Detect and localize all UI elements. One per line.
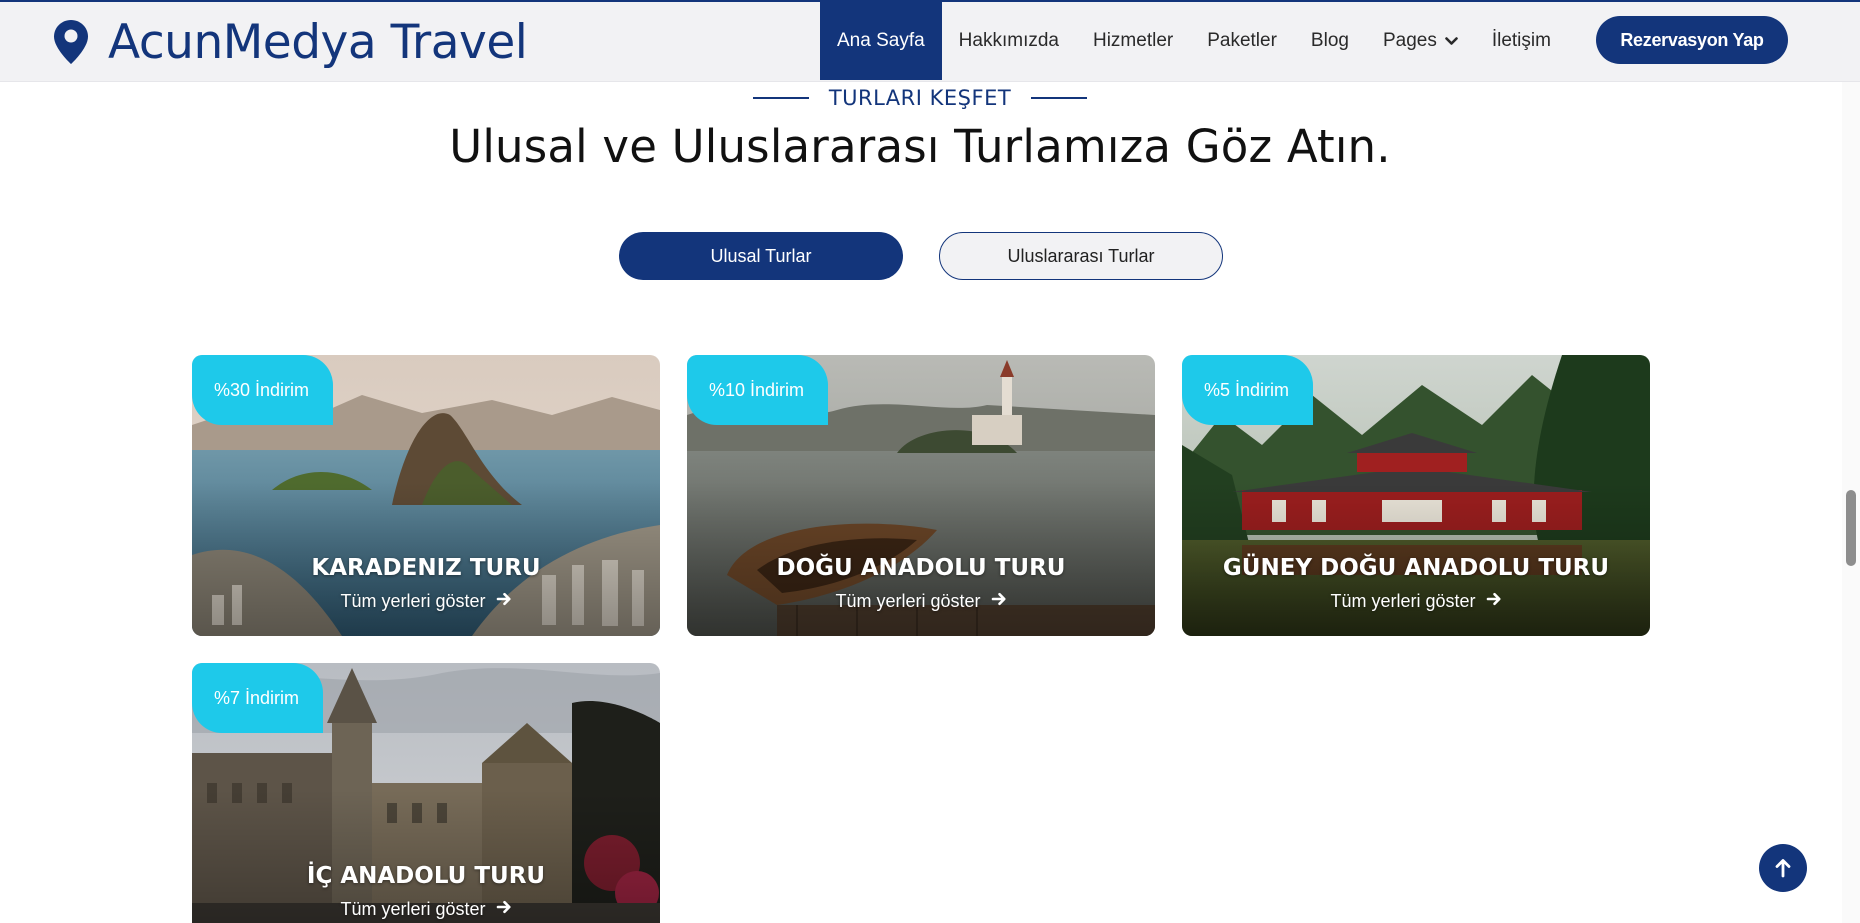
discount-badge: %7 İndirim [192, 663, 324, 733]
nav-item-services[interactable]: Hizmetler [1076, 2, 1190, 80]
section-eyebrow-text: TURLARI KEŞFET [828, 86, 1012, 110]
nav-item-home[interactable]: Ana Sayfa [820, 2, 942, 80]
main-nav: Ana Sayfa Hakkımızda Hizmetler Paketler … [820, 2, 1568, 80]
map-pin-icon [54, 20, 88, 64]
eyebrow-line-right [1031, 97, 1088, 99]
tour-card-title: İÇ ANADOLU TURU [306, 863, 546, 889]
tour-card-title: DOĞU ANADOLU TURU [776, 555, 1066, 581]
discount-badge: %10 İndirim [687, 355, 829, 425]
arrow-right-icon [991, 591, 1007, 612]
brand-name: AcunMedya Travel [108, 14, 528, 70]
arrow-right-icon [1486, 591, 1502, 612]
show-all-places-label: Tüm yerleri göster [340, 591, 486, 611]
section-title: Ulusal ve Uluslararası Turlamıza Göz Atı… [449, 120, 1391, 173]
show-all-places-link[interactable]: Tüm yerleri göster [192, 591, 660, 612]
nav-item-contact[interactable]: İletişim [1475, 2, 1568, 80]
page-scrollbar-thumb[interactable] [1846, 490, 1856, 566]
discount-badge: %5 İndirim [1182, 355, 1314, 425]
show-all-places-label: Tüm yerleri göster [340, 899, 486, 919]
section-eyebrow: TURLARI KEŞFET [0, 86, 1840, 110]
show-all-places-label: Tüm yerleri göster [1330, 591, 1476, 611]
arrow-up-icon [1775, 859, 1791, 878]
reservation-button[interactable]: Rezervasyon Yap [1596, 16, 1788, 64]
nav-item-pages-label: Pages [1382, 30, 1437, 51]
eyebrow-line-left [752, 97, 809, 99]
tour-card-title: KARADENIZ TURU [311, 555, 541, 581]
back-to-top-button[interactable] [1759, 844, 1807, 892]
chevron-down-icon [1445, 36, 1458, 46]
nav-item-about[interactable]: Hakkımızda [942, 2, 1076, 80]
arrow-right-icon [496, 591, 512, 612]
navbar: AcunMedya Travel Ana Sayfa Hakkımızda Hi… [0, 2, 1860, 82]
tour-card-ic-anadolu[interactable]: %7 İndirim İÇ ANADOLU TURU Tüm yerleri g… [192, 663, 660, 923]
arrow-right-icon [496, 899, 512, 920]
tab-national-tours[interactable]: Ulusal Turlar [619, 232, 903, 280]
show-all-places-link[interactable]: Tüm yerleri göster [192, 899, 660, 920]
tour-card-guney-dogu-anadolu[interactable]: %5 İndirim GÜNEY DOĞU ANADOLU TURU Tüm y… [1182, 355, 1650, 636]
show-all-places-label: Tüm yerleri göster [835, 591, 981, 611]
show-all-places-link[interactable]: Tüm yerleri göster [687, 591, 1155, 612]
tour-card-karadeniz[interactable]: %30 İndirim KARADENIZ TURU Tüm yerleri g… [192, 355, 660, 636]
tour-card-dogu-anadolu[interactable]: %10 İndirim DOĞU ANADOLU TURU Tüm yerler… [687, 355, 1155, 636]
show-all-places-link[interactable]: Tüm yerleri göster [1182, 591, 1650, 612]
nav-item-packages[interactable]: Paketler [1190, 2, 1294, 80]
tab-international-tours[interactable]: Uluslararası Turlar [939, 232, 1223, 280]
brand-logo-link[interactable]: AcunMedya Travel [52, 14, 528, 70]
nav-item-pages[interactable]: Pages [1366, 2, 1475, 80]
discount-badge: %30 İndirim [192, 355, 334, 425]
nav-item-blog[interactable]: Blog [1294, 2, 1366, 80]
tour-card-title: GÜNEY DOĞU ANADOLU TURU [1222, 555, 1610, 581]
